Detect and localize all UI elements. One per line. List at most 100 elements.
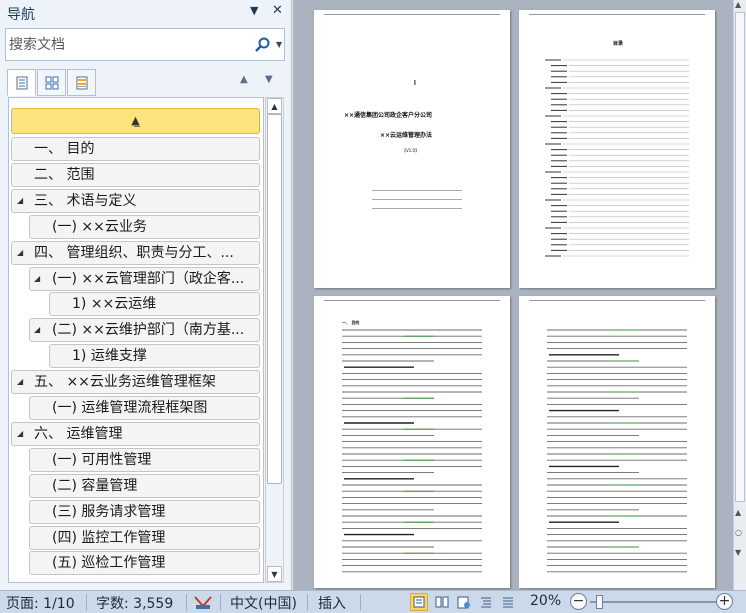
scroll-up-icon[interactable]: ▲ — [267, 98, 282, 114]
heading-label: 二、 范围 — [34, 166, 95, 183]
print-layout-icon — [413, 596, 425, 608]
zoom-out-button[interactable]: − — [570, 593, 587, 610]
document-scrollbar[interactable]: ▲ ▲ ○ ▼ — [733, 0, 746, 590]
close-icon[interactable]: ✕ — [272, 3, 283, 18]
zoom-slider-track[interactable] — [590, 601, 718, 603]
status-bar: 页面: 1/10 字数: 3,559 中文(中国) 插入 20% − + — [0, 590, 746, 613]
nav-pane-title: 导航 — [7, 7, 35, 23]
heading-label: (三) 服务请求管理 — [52, 503, 166, 520]
collapse-icon[interactable]: ◢ — [34, 319, 40, 341]
search-box[interactable]: ▼ — [5, 28, 285, 61]
headings-view-icon — [16, 76, 27, 89]
search-input[interactable] — [9, 35, 239, 55]
outline-view-button[interactable] — [477, 593, 495, 611]
heading-label: (一) 可用性管理 — [52, 451, 152, 468]
heading-item-level1[interactable]: 二、 范围 — [11, 162, 260, 187]
results-view-icon — [76, 76, 87, 89]
heading-label: 六、 运维管理 — [34, 425, 123, 442]
heading-item-level2[interactable]: (五) 巡检工作管理 — [29, 551, 260, 576]
version-label: 【V1.0】 — [402, 148, 420, 153]
doc-scroll-up-icon[interactable]: ▲ — [735, 0, 741, 9]
page4-text-lines — [547, 329, 687, 573]
page-thumbnail-1[interactable]: ǀ ××通信集团公司政企客户分公司 ××云运维管理办法 【V1.0】 — [314, 10, 510, 288]
heading-item-level1[interactable]: ◢ 五、 ××云业务运维管理框架 — [11, 370, 260, 395]
insert-mode-indicator[interactable]: 插入 — [318, 593, 346, 613]
page-counter[interactable]: 页面: 1/10 — [6, 593, 75, 613]
tree-scrollbar[interactable]: ▲ ▼ — [265, 97, 284, 583]
toc-lines — [545, 59, 689, 257]
zoom-slider-thumb[interactable] — [596, 595, 603, 609]
draft-view-icon — [503, 597, 513, 608]
heading-label: (四) 监控工作管理 — [52, 529, 166, 546]
browse-object-icon[interactable]: ○ — [735, 528, 742, 537]
full-screen-reading-button[interactable] — [433, 593, 451, 611]
heading-item-level2[interactable]: (一) ××云业务 — [29, 214, 260, 239]
heading-label: (一) ××云管理部门（政企客... — [52, 270, 245, 287]
page-thumbnail-2[interactable]: 目录 — [519, 10, 715, 288]
heading-item-level2[interactable]: (二) 容量管理 — [29, 473, 260, 498]
collapse-icon[interactable]: ◢ — [34, 268, 40, 290]
heading-item-level1[interactable]: ◢ 四、 管理组织、职责与分工、... — [11, 240, 260, 265]
web-layout-icon — [457, 596, 470, 608]
heading-item-level3[interactable]: 1) 运维支撑 — [49, 344, 260, 369]
previous-heading-icon[interactable]: ▲ — [240, 74, 248, 85]
word-count[interactable]: 字数: 3,559 — [96, 593, 173, 613]
cover-title: ××通信集团公司政企客户分公司 — [344, 112, 433, 119]
heading-label: (一) ××云业务 — [52, 218, 147, 235]
heading-item-level2[interactable]: (三) 服务请求管理 — [29, 499, 260, 524]
cover-subtitle: ××云运维管理办法 — [380, 132, 433, 139]
scroll-down-icon[interactable]: ▼ — [267, 566, 282, 582]
heading-item-level2[interactable]: (四) 监控工作管理 — [29, 525, 260, 550]
heading-label: 1) 运维支撑 — [72, 348, 147, 365]
heading-label: (二) ××云维护部门（南方基... — [52, 322, 245, 339]
proofing-icon[interactable] — [192, 593, 214, 611]
heading-label: 三、 术语与定义 — [34, 192, 137, 209]
search-icon[interactable] — [253, 35, 273, 55]
reading-view-icon — [435, 596, 449, 608]
page-thumbnail-3[interactable]: 一、 目的 — [314, 296, 510, 588]
heading-item-level1[interactable]: ◢ 三、 术语与定义 — [11, 188, 260, 213]
zoom-in-button[interactable]: + — [716, 593, 733, 610]
collapse-icon[interactable]: ◢ — [17, 423, 23, 445]
draft-view-button[interactable] — [499, 593, 517, 611]
tab-pages-view[interactable] — [37, 69, 66, 96]
tab-headings-view[interactable] — [7, 69, 36, 96]
heading-item-level2[interactable]: (一) 运维管理流程框架图 — [29, 396, 260, 420]
next-page-icon[interactable]: ▼ — [735, 548, 741, 557]
page3-text-lines — [342, 329, 482, 573]
heading-item-level3[interactable]: 1) ××云运维 — [49, 292, 260, 317]
heading-label: (一) 运维管理流程框架图 — [52, 400, 208, 416]
navigation-pane: 导航 ▼ ✕ ▼ ▲ ▼ ▲̲ 一、 目的二、 范围 ◢ 三、 术语与定义 (一) ×… — [0, 0, 292, 590]
collapse-icon[interactable]: ◢ — [17, 242, 23, 264]
heading-label: 五、 ××云业务运维管理框架 — [34, 374, 216, 391]
document-area[interactable]: ǀ ××通信集团公司政企客户分公司 ××云运维管理办法 【V1.0】 目录 一、… — [293, 0, 733, 590]
heading-item-level1[interactable]: ◢ 六、 运维管理 — [11, 421, 260, 446]
zoom-level[interactable]: 20% — [530, 593, 561, 609]
heading-item-level1[interactable]: 一、 目的 — [11, 137, 260, 161]
document-scroll-thumb[interactable] — [735, 12, 745, 502]
heading-label: (二) 容量管理 — [52, 477, 138, 494]
tree-top-button[interactable]: ▲̲ — [11, 108, 260, 134]
print-layout-view-button[interactable] — [410, 593, 428, 611]
heading-label: 一、 目的 — [34, 141, 95, 157]
heading-item-level2[interactable]: ◢ (一) ××云管理部门（政企客... — [29, 266, 260, 291]
heading-label: 四、 管理组织、职责与分工、... — [34, 244, 234, 261]
language-indicator[interactable]: 中文(中国) — [230, 593, 297, 613]
heading-item-level2[interactable]: (一) 可用性管理 — [29, 447, 260, 472]
pages-view-icon — [45, 76, 58, 89]
prev-page-icon[interactable]: ▲ — [735, 508, 741, 517]
collapse-icon[interactable]: ◢ — [17, 190, 23, 212]
heading-label: (五) 巡检工作管理 — [52, 555, 166, 572]
search-options-dropdown[interactable]: ▼ — [276, 40, 282, 49]
collapse-icon[interactable]: ◢ — [17, 371, 23, 393]
outline-view-icon — [481, 597, 491, 608]
tree-scroll-thumb[interactable] — [267, 114, 282, 484]
next-heading-icon[interactable]: ▼ — [265, 74, 273, 85]
page-thumbnail-4[interactable] — [519, 296, 715, 588]
heading-tree: ▲̲ 一、 目的二、 范围 ◢ 三、 术语与定义 (一) ××云业务 ◢ 四、 管理组织、… — [8, 97, 264, 583]
web-layout-button[interactable] — [455, 593, 473, 611]
heading-item-level2[interactable]: ◢ (二) ××云维护部门（南方基... — [29, 318, 260, 343]
tab-results-view[interactable] — [67, 69, 96, 96]
heading-label: 1) ××云运维 — [72, 296, 157, 313]
pane-options-icon[interactable]: ▼ — [250, 4, 258, 17]
